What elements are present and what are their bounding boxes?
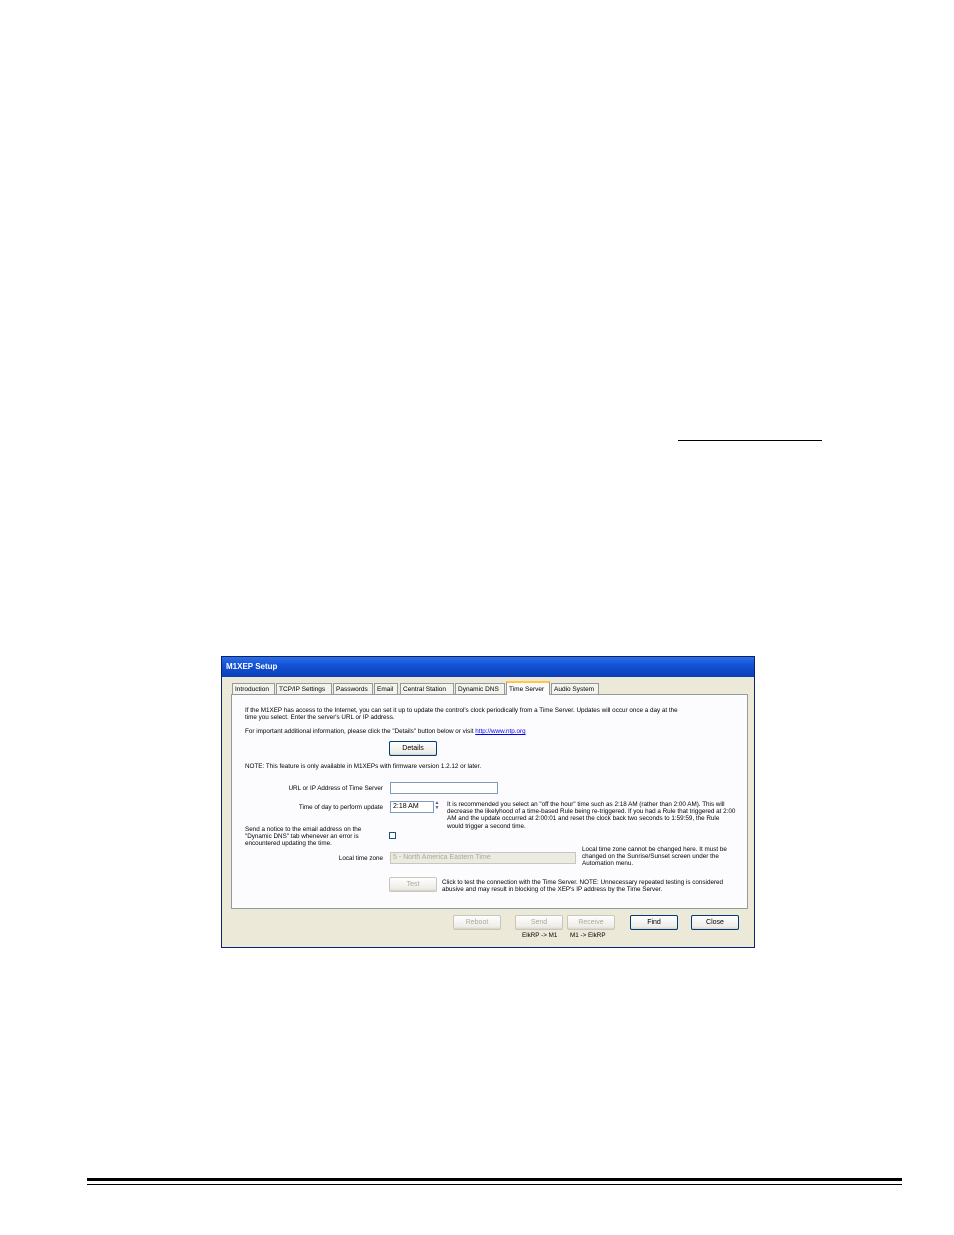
time-server-panel: If the M1XEP has access to the Internet,…: [231, 694, 748, 909]
tab-dynamic-dns[interactable]: Dynamic DNS: [455, 683, 505, 694]
m1xep-setup-window: M1XEP Setup Introduction TCP/IP Settings…: [221, 656, 755, 948]
send-button[interactable]: Send: [515, 915, 563, 930]
tab-passwords[interactable]: Passwords: [333, 683, 373, 694]
tab-tcpip-settings[interactable]: TCP/IP Settings: [276, 683, 332, 694]
close-button[interactable]: Close: [691, 915, 739, 930]
notice-checkbox[interactable]: [389, 832, 396, 839]
time-of-day-label: Time of day to perform update: [298, 804, 383, 811]
timezone-field: 5 - North America Eastern Time: [390, 852, 576, 864]
footer-rule-thick: [87, 1178, 902, 1181]
intro-text-line2: time you select. Enter the server's URL …: [245, 714, 395, 721]
tab-email[interactable]: Email: [374, 683, 398, 694]
timezone-help-text: Local time zone cannot be changed here. …: [582, 846, 727, 868]
test-button[interactable]: Test: [389, 877, 437, 892]
spin-down-icon[interactable]: ▼: [433, 806, 441, 811]
window-title: M1XEP Setup: [226, 662, 278, 671]
info-text: For important additional information, pl…: [245, 728, 474, 735]
tab-audio-system[interactable]: Audio System: [551, 683, 599, 694]
time-spinner[interactable]: ▲ ▼: [433, 801, 441, 813]
tab-central-station[interactable]: Central Station: [400, 683, 454, 694]
send-caption: ElkRP -> M1: [522, 932, 558, 939]
ntp-link[interactable]: http://www.ntp.org: [475, 728, 525, 735]
time-server-url-input[interactable]: [390, 782, 498, 794]
timezone-label: Local time zone: [338, 855, 383, 862]
document-link-underline: [678, 440, 822, 441]
time-help-text: It is recommended you select an "off the…: [447, 801, 736, 830]
info-line: For important additional information, pl…: [245, 728, 526, 735]
reboot-button[interactable]: Reboot: [453, 915, 501, 930]
notice-label: Send a notice to the email address on th…: [245, 826, 362, 848]
tab-time-server[interactable]: Time Server: [506, 681, 550, 695]
time-of-day-value: 2:18 AM: [393, 803, 419, 810]
tab-introduction[interactable]: Introduction: [232, 683, 275, 694]
title-bar[interactable]: M1XEP Setup: [222, 657, 754, 677]
test-help-text: Click to test the connection with the Ti…: [442, 879, 724, 894]
details-button[interactable]: Details: [389, 741, 437, 756]
find-button[interactable]: Find: [630, 915, 678, 930]
receive-caption: M1 -> ElkRP: [570, 932, 606, 939]
firmware-note: NOTE: This feature is only available in …: [245, 763, 482, 770]
url-label: URL or IP Address of Time Server: [288, 785, 384, 792]
time-of-day-input[interactable]: 2:18 AM: [390, 801, 434, 813]
footer-rule-thin: [87, 1184, 902, 1185]
receive-button[interactable]: Receive: [567, 915, 615, 930]
